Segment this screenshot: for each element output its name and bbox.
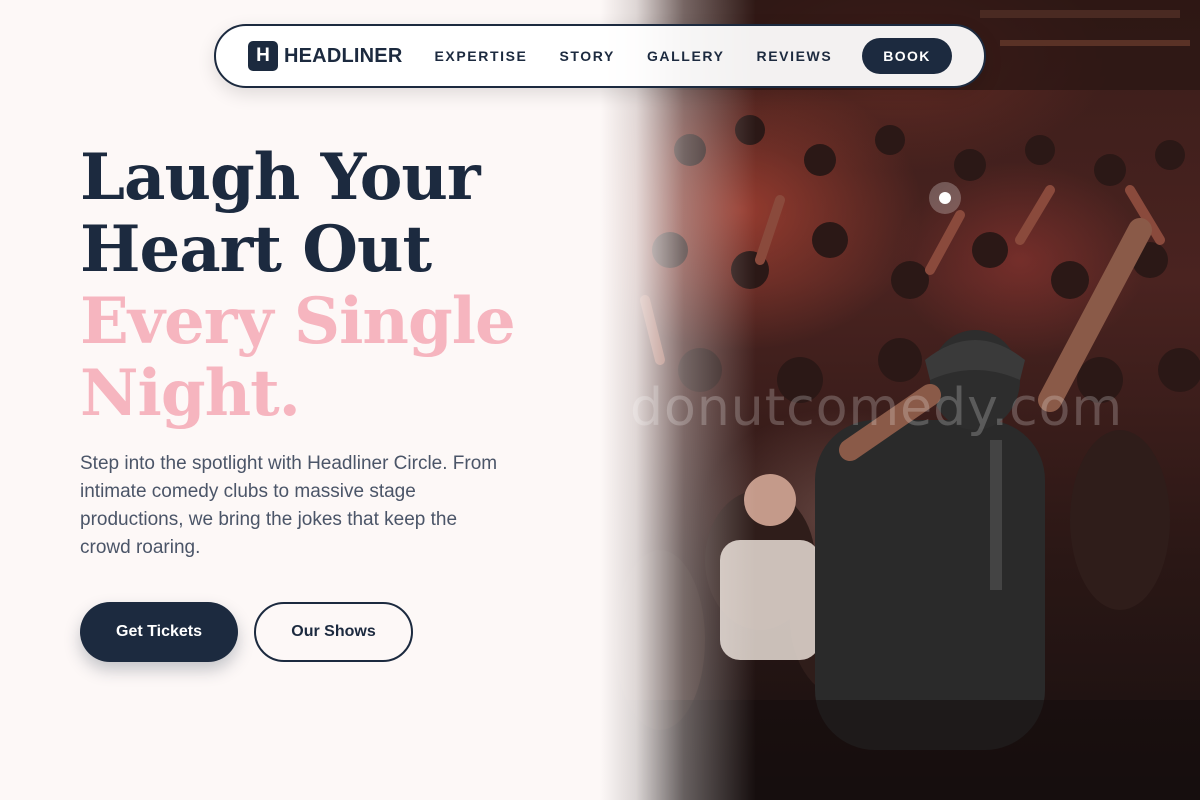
- nav-link-reviews[interactable]: REVIEWS: [757, 48, 833, 64]
- brand-logo[interactable]: H HEADLINER: [248, 41, 402, 71]
- nav-link-story[interactable]: STORY: [559, 48, 614, 64]
- nav-links: EXPERTISE STORY GALLERY REVIEWS: [434, 48, 832, 64]
- photo-watermark: donutcomedy.com: [630, 378, 1124, 438]
- our-shows-button[interactable]: Our Shows: [254, 602, 413, 662]
- headline-accent-line-2: Night.: [80, 356, 301, 431]
- nav-link-expertise[interactable]: EXPERTISE: [434, 48, 527, 64]
- headline-line-2: Heart Out: [80, 212, 432, 287]
- nav-link-gallery[interactable]: GALLERY: [647, 48, 725, 64]
- top-nav: H HEADLINER EXPERTISE STORY GALLERY REVI…: [214, 24, 986, 88]
- headline-accent-line-1: Every Single: [80, 284, 516, 359]
- hero-headline: Laugh Your Heart Out Every Single Night.: [80, 142, 580, 430]
- logo-text: HEADLINER: [284, 44, 403, 67]
- logo-mark-icon: H: [248, 41, 278, 71]
- headline-line-1: Laugh Your: [80, 140, 481, 215]
- book-button[interactable]: BOOK: [862, 38, 952, 74]
- get-tickets-button[interactable]: Get Tickets: [80, 602, 238, 662]
- hero-description: Step into the spotlight with Headliner C…: [80, 453, 498, 558]
- hero-crowd-photo: donutcomedy.com: [600, 0, 1200, 800]
